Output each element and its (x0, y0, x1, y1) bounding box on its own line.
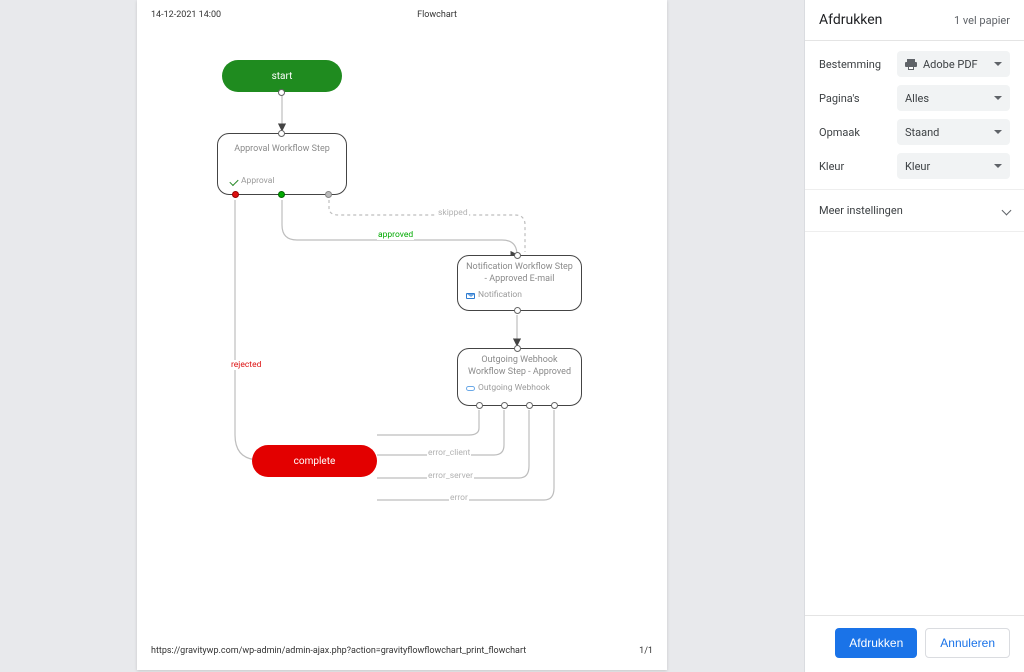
flowchart-canvas: rejected approved skipped error_client e… (137, 30, 667, 640)
label-destination: Bestemming (819, 58, 889, 71)
label-layout: Opmaak (819, 126, 889, 139)
node-webhook-title: Outgoing Webhook Workflow Step - Approve… (458, 349, 581, 380)
select-color-value: Kleur (905, 160, 930, 173)
chevron-down-icon (994, 164, 1002, 168)
node-notification-sub: Notification (458, 287, 581, 303)
chevron-down-icon (994, 96, 1002, 100)
page-timestamp: 14-12-2021 14:00 (151, 10, 221, 20)
select-color[interactable]: Kleur (897, 153, 1010, 179)
edge-label-approved: approved (377, 230, 414, 240)
node-start-label: start (272, 70, 293, 83)
row-destination: Bestemming Adobe PDF (805, 47, 1024, 81)
page-footer-page: 1/1 (639, 646, 653, 656)
row-color: Kleur Kleur (805, 149, 1024, 183)
print-button-label: Afdrukken (849, 636, 903, 650)
cancel-button[interactable]: Annuleren (925, 628, 1010, 658)
sheet-count: 1 vel papier (954, 14, 1010, 27)
label-color: Kleur (819, 160, 889, 173)
print-actions: Afdrukken Annuleren (805, 615, 1024, 672)
more-settings-label: Meer instellingen (819, 204, 903, 217)
edge-label-skipped: skipped (437, 208, 469, 218)
select-destination-value: Adobe PDF (923, 58, 978, 71)
select-pages[interactable]: Alles (897, 85, 1010, 111)
printer-icon (905, 59, 917, 70)
node-complete-label: complete (294, 455, 336, 468)
node-start: start (222, 60, 342, 92)
flowchart-edges (137, 30, 667, 640)
chevron-down-icon (1002, 206, 1012, 216)
select-destination[interactable]: Adobe PDF (897, 51, 1010, 77)
spacer (805, 232, 1024, 615)
print-button[interactable]: Afdrukken (835, 628, 917, 658)
select-layout-value: Staand (905, 126, 939, 139)
preview-pane: 14-12-2021 14:00 Flowchart (0, 0, 804, 672)
node-approval: Approval Workflow Step Approval (217, 133, 347, 195)
edge-label-error-server: error_server (427, 471, 474, 481)
page-header: 14-12-2021 14:00 Flowchart (151, 10, 653, 20)
node-complete: complete (252, 445, 377, 477)
more-settings[interactable]: Meer instellingen (805, 189, 1024, 232)
chevron-down-icon (994, 62, 1002, 66)
edge-label-error-client: error_client (427, 448, 471, 458)
node-webhook-sub-label: Outgoing Webhook (478, 383, 550, 394)
row-pages: Pagina's Alles (805, 81, 1024, 115)
node-webhook-sub: Outgoing Webhook (458, 380, 581, 396)
print-panel: Afdrukken 1 vel papier Bestemming Adobe … (804, 0, 1024, 672)
label-pages: Pagina's (819, 92, 889, 105)
node-approval-sub-label: Approval (241, 176, 274, 187)
check-icon (229, 177, 238, 186)
node-notification: Notification Workflow Step - Approved E-… (457, 255, 582, 311)
row-layout: Opmaak Staand (805, 115, 1024, 149)
mail-icon (466, 293, 475, 299)
page-preview: 14-12-2021 14:00 Flowchart (137, 0, 667, 670)
page-footer: https://gravitywp.com/wp-admin/admin-aja… (151, 646, 653, 656)
edge-label-rejected: rejected (230, 360, 262, 370)
node-approval-sub: Approval (224, 160, 340, 187)
print-header: Afdrukken 1 vel papier (805, 0, 1024, 38)
node-notification-title: Notification Workflow Step - Approved E-… (458, 256, 581, 287)
node-notification-sub-label: Notification (478, 290, 522, 301)
page-title: Flowchart (417, 10, 457, 20)
print-title: Afdrukken (819, 12, 882, 28)
app-root: 14-12-2021 14:00 Flowchart (0, 0, 1024, 672)
cancel-button-label: Annuleren (940, 636, 995, 650)
edge-label-error: error (449, 493, 469, 503)
select-pages-value: Alles (905, 92, 929, 105)
node-webhook: Outgoing Webhook Workflow Step - Approve… (457, 348, 582, 406)
link-icon (466, 386, 475, 391)
page-footer-url: https://gravitywp.com/wp-admin/admin-aja… (151, 646, 526, 656)
chevron-down-icon (994, 130, 1002, 134)
divider (805, 40, 1024, 41)
node-approval-title: Approval Workflow Step (224, 138, 340, 160)
select-layout[interactable]: Staand (897, 119, 1010, 145)
